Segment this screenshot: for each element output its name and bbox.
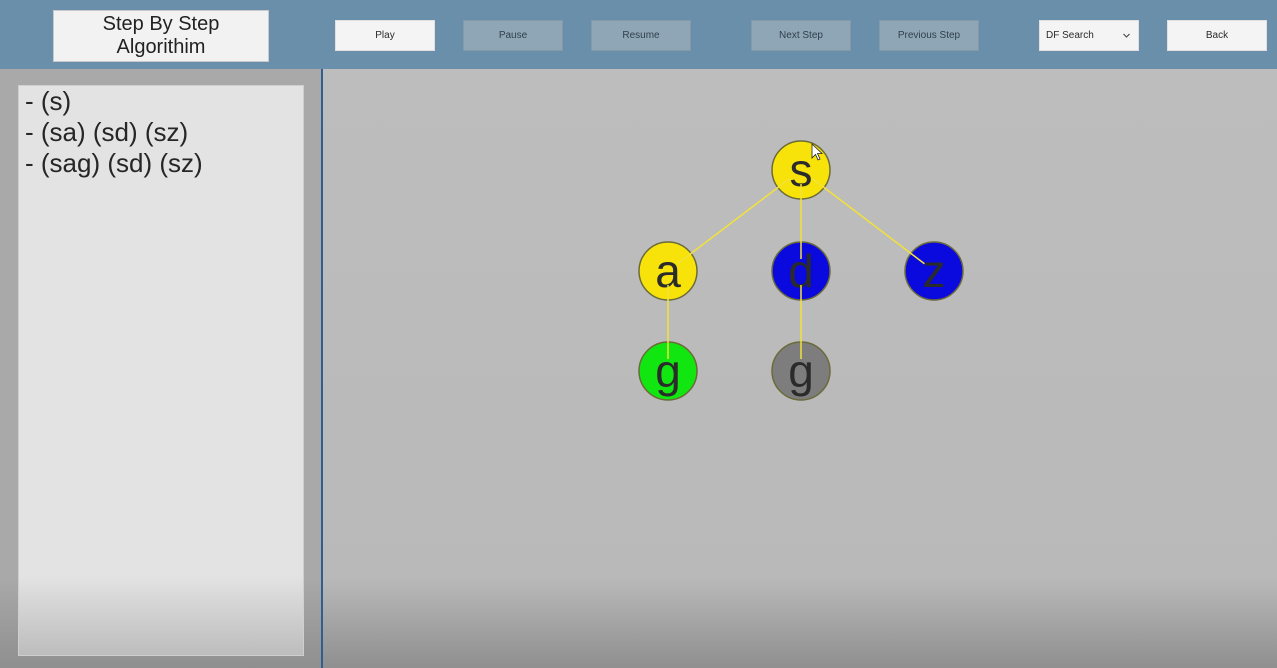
app-title-line2: Algorithim [116, 36, 206, 58]
back-button[interactable]: Back [1167, 20, 1267, 51]
tree-node-z[interactable]: z [904, 241, 964, 301]
chevron-down-icon [1123, 33, 1130, 38]
tree-edge-s-z [811, 177, 925, 265]
step-line: - (s) [25, 86, 72, 116]
toolbar: Step By Step Algorithim Play Pause Resum… [0, 0, 1277, 69]
graph-canvas[interactable]: sadzgg [323, 69, 1277, 668]
app-title-line1: Step By Step [102, 13, 220, 35]
app-title: Step By Step Algorithim [53, 10, 269, 62]
node-label: z [923, 245, 946, 297]
algorithm-select-value: DF Search [1046, 30, 1094, 41]
search-tree: sa d zg g [638, 140, 964, 401]
pause-button[interactable]: Pause [463, 20, 563, 51]
previous-step-button[interactable]: Previous Step [879, 20, 979, 51]
steps-list[interactable]: - (s) - (sa) (sd) (sz) - (sag) (sd) (sz) [18, 85, 304, 656]
play-button[interactable]: Play [335, 20, 435, 51]
tree-edge-s-a [677, 177, 791, 265]
algorithm-select[interactable]: DF Search [1039, 20, 1139, 51]
step-line: - (sa) (sd) (sz) [25, 117, 189, 147]
next-step-button[interactable]: Next Step [751, 20, 851, 51]
step-line: - (sag) (sd) (sz) [25, 148, 203, 178]
resume-button[interactable]: Resume [591, 20, 691, 51]
